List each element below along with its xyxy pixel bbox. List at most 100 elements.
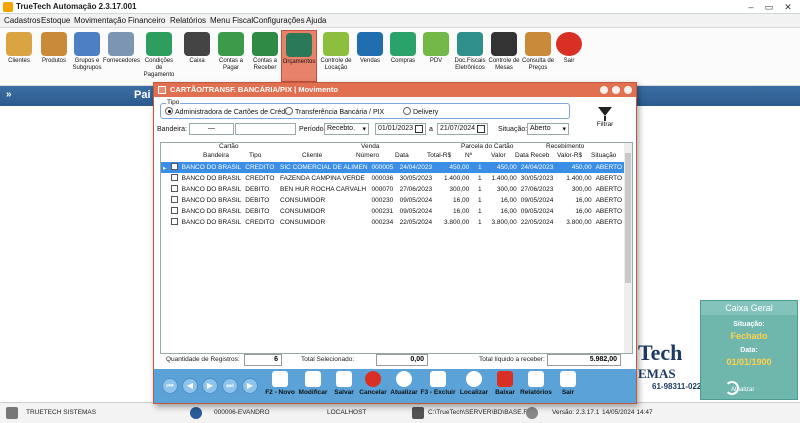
col-situacao[interactable]: Situação <box>591 152 616 159</box>
col-valor-rs[interactable]: Valor-R$ <box>557 152 582 159</box>
table-row[interactable]: BANCO DO BRASIL CREDITO CONSUMIDOR 000234 22… <box>161 217 625 228</box>
toolbar-condicoes[interactable]: Condições de Pagamento <box>141 30 177 82</box>
row-checkbox-cell[interactable] <box>169 173 180 184</box>
toolbar-locacao[interactable]: Controle de Locação <box>318 30 354 82</box>
radio-administradora[interactable]: Administradora de Cartões de Crédito <box>165 107 293 116</box>
dialog-close-icon[interactable] <box>624 86 632 94</box>
grid-scrollbar[interactable] <box>624 143 632 353</box>
prev-record-button[interactable]: ◀ <box>182 378 198 394</box>
row-checkbox[interactable] <box>170 196 178 203</box>
groups-icon <box>74 32 100 56</box>
table-row[interactable]: BANCO DO BRASIL DEBITO CONSUMIDOR 000231 09/… <box>161 206 625 217</box>
users-icon <box>190 407 202 419</box>
menu-relatorios[interactable]: Relatórios <box>170 16 206 25</box>
toolbar-compras[interactable]: Compras <box>385 30 421 82</box>
cell-tipo: CREDITO <box>245 175 275 182</box>
expand-chevron-icon[interactable]: » <box>6 89 12 100</box>
next-record-button[interactable]: ▶ <box>202 378 218 394</box>
toolbar-orcamentos[interactable]: Orçamentos <box>281 30 317 82</box>
toolbar-pdv[interactable]: PDV <box>418 30 454 82</box>
table-row[interactable]: BANCO DO BRASIL DEBITO CONSUMIDOR 000230 09/… <box>161 195 625 206</box>
toolbar-clientes[interactable]: Clientes <box>1 30 37 82</box>
caixa-atualizar-button[interactable]: Atualizar <box>731 387 754 393</box>
periodo-select[interactable]: Recebto. ▾ <box>324 123 369 135</box>
scroll-thumb[interactable] <box>625 153 631 283</box>
menu-configuracoes[interactable]: Configurações <box>253 16 305 25</box>
toolbar-contas-pagar[interactable]: Contas a Pagar <box>213 30 249 82</box>
col-data-receb[interactable]: Data Receb <box>515 152 549 159</box>
toolbar-sair[interactable]: Sair <box>551 30 587 82</box>
excluir-button[interactable]: F3 - Excluir <box>420 371 456 401</box>
table-row[interactable]: BANCO DO BRASIL DEBITO BEN HUR ROCHA CARVA… <box>161 184 625 195</box>
toolbar-produtos[interactable]: Produtos <box>36 30 72 82</box>
menu-movimentacao[interactable]: Movimentação <box>74 16 126 25</box>
col-data[interactable]: Data <box>395 152 409 159</box>
nav-extra-button[interactable]: ▶ <box>242 378 258 394</box>
situacao-label: Situação: <box>498 126 528 133</box>
table-row[interactable]: ▸ BANCO DO BRASIL CREDITO SIC COMERCIAL DE … <box>161 162 625 173</box>
col-valor[interactable]: Valor <box>491 152 506 159</box>
toolbar-fornecedores[interactable]: Fornecedores <box>103 30 140 82</box>
novo-button[interactable]: F2 - Novo <box>262 371 298 401</box>
calendar-icon[interactable] <box>477 125 485 133</box>
col-total[interactable]: Total-R$ <box>427 152 451 159</box>
col-bandeira[interactable]: Bandeira <box>203 152 229 159</box>
row-checkbox-cell[interactable] <box>169 184 180 195</box>
row-checkbox[interactable] <box>170 185 178 192</box>
relatorios-button[interactable]: Relatórios <box>518 371 554 401</box>
calendar-icon[interactable] <box>415 125 423 133</box>
atualizar-button[interactable]: Atualizar <box>386 371 422 401</box>
row-checkbox-cell[interactable] <box>168 162 180 173</box>
database-icon <box>412 407 424 419</box>
cell-numero: 000230 <box>371 197 394 204</box>
row-checkbox[interactable] <box>170 163 178 170</box>
row-checkbox-cell[interactable] <box>169 195 180 206</box>
toolbar-vendas[interactable]: Vendas <box>352 30 388 82</box>
situacao-select[interactable]: Aberto ▾ <box>527 123 569 135</box>
app-logo-icon <box>3 2 13 12</box>
toolbar-contas-receber[interactable]: Contas a Receber <box>247 30 283 82</box>
col-num[interactable]: Nº <box>465 152 472 159</box>
row-checkbox-cell[interactable] <box>169 206 180 217</box>
gear-icon[interactable] <box>526 407 538 419</box>
last-record-button[interactable]: ⏭ <box>222 378 238 394</box>
col-numero[interactable]: Número <box>356 152 379 159</box>
menu-fiscal[interactable]: Menu Fiscal <box>210 16 253 25</box>
col-tipo[interactable]: Tipo <box>249 152 261 159</box>
menu-cadastros[interactable]: Cadastros <box>4 16 40 25</box>
radio-transferencia[interactable]: Transferência Bancária / PIX <box>285 107 384 116</box>
table-row[interactable]: BANCO DO BRASIL CREDITO FAZENDA CAMPINA VE… <box>161 173 625 184</box>
cell-tipo: DEBITO <box>245 208 270 215</box>
toolbar-caixa[interactable]: Caixa <box>179 30 215 82</box>
sair-button[interactable]: Sair <box>550 371 586 401</box>
row-checkbox[interactable] <box>170 174 178 181</box>
bandeira-code-input[interactable]: — <box>189 123 234 135</box>
cell-valor-rs: 450,00 <box>558 162 594 173</box>
dialog-footer-toolbar: ⏮ ◀ ▶ ⏭ ▶ F2 - Novo Modificar Salvar Can… <box>154 369 636 403</box>
menu-financeiro[interactable]: Financeiro <box>128 16 165 25</box>
close-icon[interactable]: ✕ <box>781 1 795 13</box>
first-record-button[interactable]: ⏮ <box>162 378 178 394</box>
menu-estoque[interactable]: Estoque <box>41 16 70 25</box>
date-from-input[interactable]: 01/01/2023 <box>375 123 426 135</box>
row-checkbox[interactable] <box>170 207 178 214</box>
bandeira-name-input[interactable] <box>235 123 296 135</box>
dialog-maximize-icon[interactable] <box>612 86 620 94</box>
toolbar-mesas[interactable]: Controle de Mesas <box>486 30 522 82</box>
exit-icon <box>560 371 576 387</box>
date-to-input[interactable]: 21/07/2024 <box>437 123 488 135</box>
toolbar-doc-fiscais[interactable]: Doc.Fiscais Eletrônicos <box>452 30 488 82</box>
row-checkbox-cell[interactable] <box>169 217 180 228</box>
row-indicator <box>161 195 169 206</box>
maximize-icon[interactable]: ▭ <box>762 1 776 13</box>
menu-ajuda[interactable]: Ajuda <box>306 16 326 25</box>
row-checkbox[interactable] <box>170 218 178 225</box>
cell-data: 24/04/2023 <box>397 162 438 173</box>
filtrar-button[interactable]: Filtrar <box>586 107 624 131</box>
toolbar-grupos[interactable]: Grupos e Subgrupos <box>69 30 105 82</box>
filtrar-label: Filtrar <box>596 121 614 128</box>
radio-delivery[interactable]: Delivery <box>403 107 438 116</box>
col-cliente[interactable]: Cliente <box>302 152 322 159</box>
minimize-icon[interactable]: – <box>744 1 758 13</box>
dialog-minimize-icon[interactable] <box>600 86 608 94</box>
